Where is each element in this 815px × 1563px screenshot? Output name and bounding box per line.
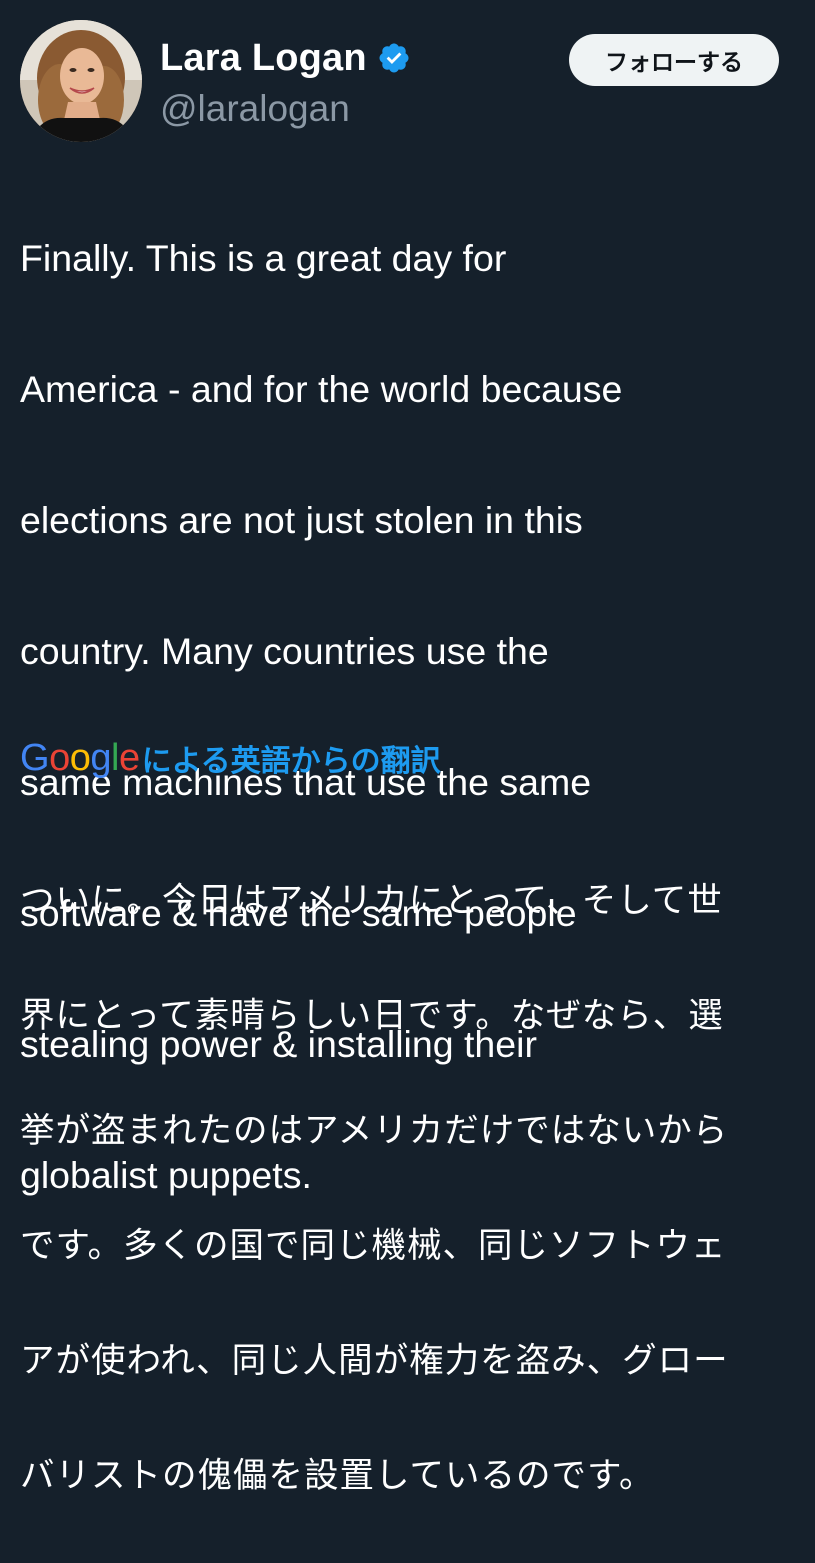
translation-attribution[interactable]: G o o g l e による英語からの翻訳 — [20, 730, 441, 786]
display-name-row: Lara Logan — [160, 32, 411, 84]
translated-text-line: です。多くの国で同じ機械、同じソフトウェ — [20, 1225, 727, 1266]
translated-text-line: ついに。今日はアメリカにとって、そして世 — [20, 880, 723, 921]
display-name[interactable]: Lara Logan — [160, 37, 367, 80]
google-logo: G o o g l e — [20, 737, 140, 780]
google-logo-letter: l — [110, 736, 119, 779]
tweet: Lara Logan @laralogan フォローする Finally. Th… — [0, 0, 815, 1496]
tweet-text-line: elections are not just stolen in this — [20, 498, 583, 541]
google-logo-letter: o — [69, 736, 91, 779]
translated-text-line: 挙が盗まれたのはアメリカだけではないから — [20, 1110, 729, 1151]
author-info: Lara Logan @laralogan — [160, 32, 411, 130]
tweet-text-line: country. Many countries use the — [20, 629, 549, 672]
google-logo-letter: g — [90, 736, 111, 779]
verified-badge-icon[interactable] — [377, 41, 411, 75]
translated-text-line: 界にとって素晴らしい日です。なぜなら、選 — [20, 995, 724, 1036]
translated-text-line: バリストの傀儡を設置しているのです。 — [20, 1455, 655, 1496]
user-handle[interactable]: @laralogan — [160, 88, 411, 130]
tweet-text-line: America - and for the world because — [20, 367, 623, 410]
google-logo-letter: G — [20, 736, 50, 779]
translation-label[interactable]: による英語からの翻訳 — [142, 736, 441, 780]
google-logo-letter: e — [118, 736, 140, 779]
tweet-text-line: Finally. This is a great day for — [20, 236, 507, 279]
translated-text: ついに。今日はアメリカにとって、そして世 界にとって素晴らしい日です。なぜなら、… — [20, 815, 800, 1563]
tweet-header: Lara Logan @laralogan フォローする — [20, 18, 795, 148]
follow-button[interactable]: フォローする — [569, 34, 779, 86]
translated-text-line: アが使われ、同じ人間が権力を盗み、グロー — [20, 1340, 729, 1381]
google-logo-letter: o — [49, 736, 70, 779]
avatar[interactable] — [20, 20, 142, 142]
